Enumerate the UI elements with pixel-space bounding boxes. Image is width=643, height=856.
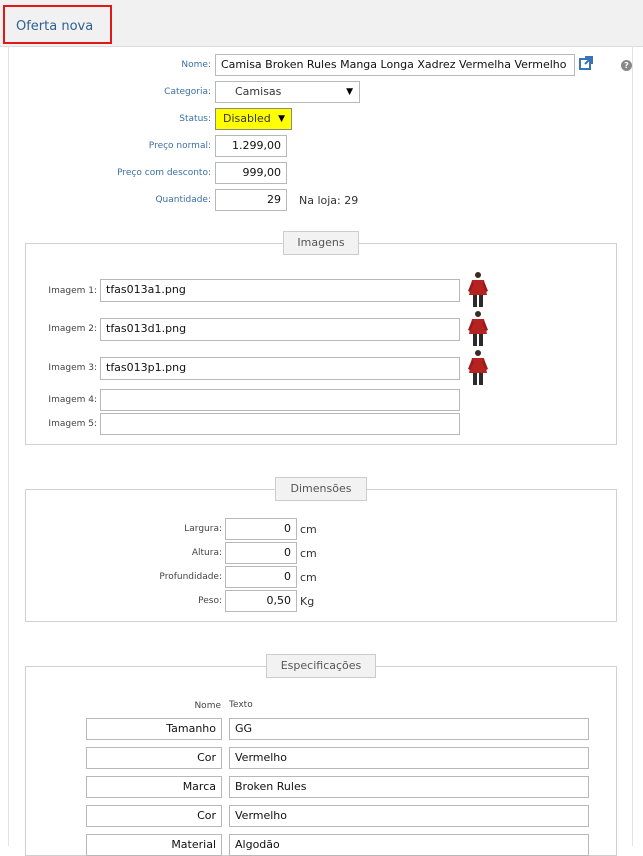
depth-input[interactable]: 0 (225, 566, 297, 588)
external-link-icon[interactable] (579, 56, 593, 70)
spec-name-input[interactable]: Marca (86, 776, 222, 798)
image-label: Imagem 2: (48, 324, 97, 334)
quantity-input[interactable]: 29 (215, 189, 287, 211)
image-input[interactable] (100, 413, 460, 435)
category-value: Camisas (235, 85, 282, 98)
spec-name-input[interactable]: Cor (86, 747, 222, 769)
images-legend: Imagens (283, 231, 359, 255)
dimensions-legend: Dimensões (275, 477, 367, 501)
store-stock: Na loja: 29 (299, 194, 359, 207)
width-label: Largura: (184, 524, 222, 534)
quantity-label: Quantidade: (155, 195, 211, 205)
image-label: Imagem 5: (48, 419, 97, 429)
width-unit: cm (300, 523, 317, 536)
spec-text-input[interactable]: GG (229, 718, 589, 740)
shirt-thumbnail[interactable] (464, 271, 490, 308)
height-label: Altura: (191, 548, 222, 558)
price-label: Preço normal: (148, 141, 211, 151)
spec-text-input[interactable]: Vermelho (229, 805, 589, 827)
help-icon[interactable]: ? (621, 60, 632, 71)
height-unit: cm (300, 547, 317, 560)
width-input[interactable]: 0 (225, 518, 297, 540)
weight-label: Peso: (198, 596, 222, 606)
category-select[interactable]: Camisas ▼ (215, 81, 360, 103)
height-input[interactable]: 0 (225, 542, 297, 564)
spec-text-input[interactable]: Algodão (229, 834, 589, 856)
page-title: Oferta nova (16, 19, 94, 34)
spec-text-header: Texto (229, 700, 253, 710)
category-label: Categoria: (164, 87, 211, 97)
discount-label: Preço com desconto: (117, 168, 211, 178)
weight-unit: Kg (300, 595, 315, 608)
spec-text-input[interactable]: Vermelho (229, 747, 589, 769)
image-input[interactable]: tfas013a1.png (100, 279, 460, 302)
chevron-down-icon: ▼ (346, 87, 353, 97)
name-label: Nome: (181, 60, 211, 70)
spec-text-input[interactable]: Broken Rules (229, 776, 589, 798)
price-input[interactable]: 1.299,00 (215, 135, 287, 157)
image-input[interactable]: tfas013d1.png (100, 318, 460, 341)
spec-name-header: Nome (194, 701, 221, 711)
status-label: Status: (179, 114, 211, 124)
image-label: Imagem 3: (48, 363, 97, 373)
dimensions-fieldset (25, 489, 617, 622)
image-label: Imagem 4: (48, 395, 97, 405)
spec-name-input[interactable]: Tamanho (86, 718, 222, 740)
specifications-legend: Especificações (266, 654, 376, 678)
status-select[interactable]: Disabled ▼ (215, 108, 292, 130)
chevron-down-icon: ▼ (278, 114, 285, 124)
image-label: Imagem 1: (48, 286, 97, 296)
discount-input[interactable]: 999,00 (215, 162, 287, 184)
weight-input[interactable]: 0,50 (225, 590, 297, 612)
shirt-thumbnail[interactable] (464, 310, 490, 347)
shirt-thumbnail[interactable] (464, 349, 490, 386)
spec-name-input[interactable]: Material (86, 834, 222, 856)
depth-label: Profundidade: (159, 572, 222, 582)
image-input[interactable]: tfas013p1.png (100, 357, 460, 380)
name-input[interactable]: Camisa Broken Rules Manga Longa Xadrez V… (215, 54, 575, 76)
status-value: Disabled (223, 112, 271, 125)
spec-name-input[interactable]: Cor (86, 805, 222, 827)
depth-unit: cm (300, 571, 317, 584)
image-input[interactable] (100, 389, 460, 411)
